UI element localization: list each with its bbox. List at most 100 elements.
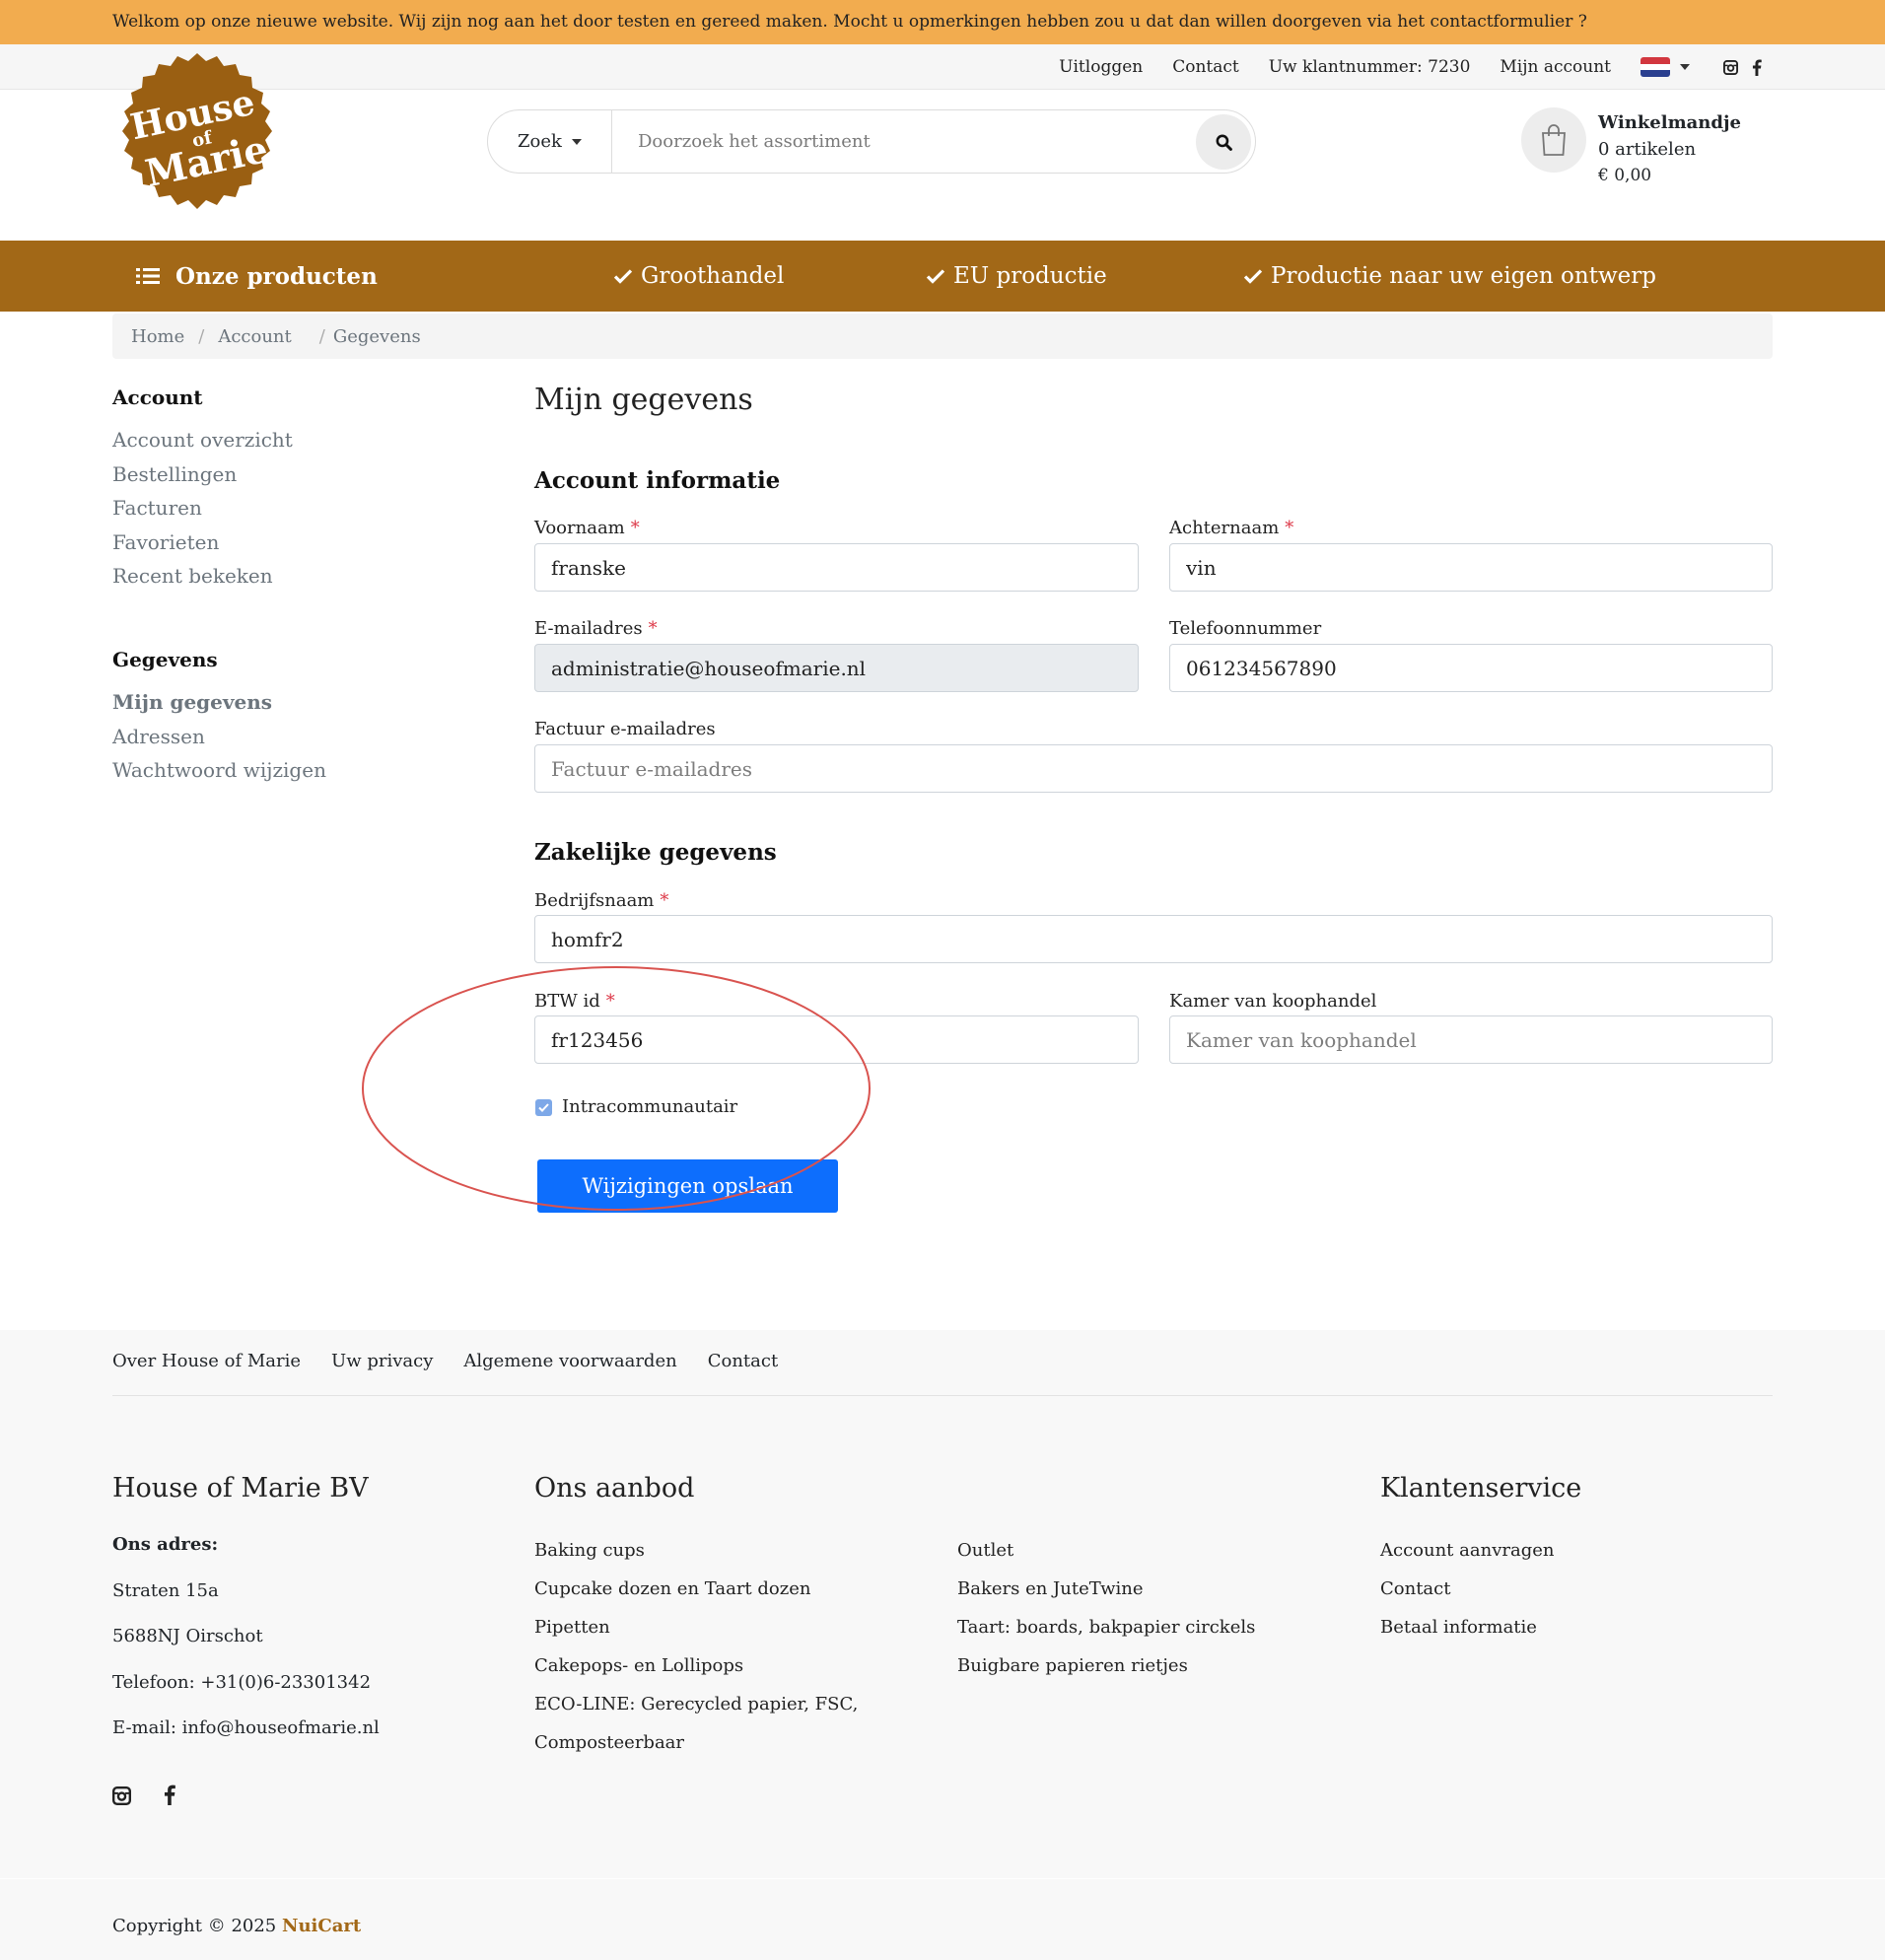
copyright-text: Copyright © 2025	[112, 1916, 277, 1936]
footer-company-title: House of Marie BV	[112, 1473, 369, 1504]
nav-wholesale-label: Groothandel	[641, 263, 785, 289]
address-label: Ons adres:	[112, 1534, 219, 1555]
brand-link[interactable]: NuiCart	[282, 1916, 361, 1936]
company-label: Bedrijfsnaam *	[534, 890, 668, 911]
nav-custom-label: Productie naar uw eigen ontwerp	[1271, 263, 1656, 289]
data-sidebar: Gegevens Mijn gegevens Adressen Wachtwoo…	[112, 648, 428, 788]
save-changes-button[interactable]: Wijzigingen opslaan	[537, 1159, 838, 1213]
footer-service-link[interactable]: Account aanvragen	[1380, 1531, 1755, 1570]
footer-divider	[112, 1395, 1773, 1396]
check-icon	[538, 1103, 549, 1112]
search-bar: Zoek	[487, 109, 1256, 174]
main-nav: Onze producten Groothandel EU productie …	[0, 241, 1885, 312]
vat-label-text: BTW id	[534, 991, 600, 1012]
footer-link-privacy[interactable]: Uw privacy	[331, 1351, 433, 1371]
footer-offer-col1: Baking cups Cupcake dozen en Taart dozen…	[534, 1531, 929, 1762]
footer-offer-link[interactable]: Pipetten	[534, 1608, 929, 1646]
cart-button[interactable]	[1521, 107, 1586, 173]
search-category-dropdown[interactable]: Zoek	[488, 110, 612, 173]
nav-custom-production[interactable]: Productie naar uw eigen ontwerp	[1243, 241, 1656, 312]
my-account-link[interactable]: Mijn account	[1500, 57, 1611, 77]
contact-link[interactable]: Contact	[1172, 57, 1239, 77]
intracommunautair-label[interactable]: Intracommunautair	[562, 1096, 737, 1117]
footer-offer-link[interactable]: Taart: boards, bakpapier circkels	[957, 1608, 1352, 1646]
nav-wholesale[interactable]: Groothandel	[613, 241, 784, 312]
footer-link-contact[interactable]: Contact	[708, 1351, 778, 1371]
address-email: E-mail: info@houseofmarie.nl	[112, 1717, 380, 1738]
sidebar-item-recently-viewed[interactable]: Recent bekeken	[112, 559, 428, 594]
netherlands-flag-icon[interactable]	[1641, 57, 1670, 77]
breadcrumb-separator: /	[198, 325, 205, 347]
sidebar-item-invoices[interactable]: Facturen	[112, 491, 428, 525]
shopping-bag-icon	[1542, 124, 1566, 156]
footer-instagram-icon[interactable]	[112, 1786, 131, 1810]
nav-eu-production[interactable]: EU productie	[926, 241, 1107, 312]
nav-eu-label: EU productie	[953, 263, 1107, 289]
footer-links: Over House of Marie Uw privacy Algemene …	[112, 1351, 808, 1371]
footer-offer-link[interactable]: Cakepops- en Lollipops	[534, 1646, 929, 1685]
sidebar-item-change-password[interactable]: Wachtwoord wijzigen	[112, 753, 428, 788]
announcement-bar: Welkom op onze nieuwe website. Wij zijn …	[0, 0, 1885, 44]
business-info-heading: Zakelijke gegevens	[534, 839, 777, 866]
invoice-email-input[interactable]	[534, 744, 1773, 793]
cart-summary[interactable]: Winkelmandje 0 artikelen € 0,00	[1598, 109, 1741, 189]
logout-link[interactable]: Uitloggen	[1059, 57, 1143, 77]
footer-link-terms[interactable]: Algemene voorwaarden	[463, 1351, 676, 1371]
copyright: Copyright © 2025 NuiCart	[112, 1916, 361, 1936]
breadcrumb-account[interactable]: Account	[218, 326, 291, 347]
nav-products-label: Onze producten	[175, 262, 378, 290]
address-phone: Telefoon: +31(0)6-23301342	[112, 1671, 372, 1693]
coc-input[interactable]	[1169, 1015, 1773, 1064]
chevron-down-icon	[571, 138, 582, 145]
sidebar-item-my-data[interactable]: Mijn gegevens	[112, 685, 428, 720]
footer-offer-link[interactable]: Baking cups	[534, 1531, 929, 1570]
footer-offer-link[interactable]: Composteerbaar	[534, 1723, 929, 1762]
instagram-icon[interactable]	[1723, 59, 1738, 75]
company-input[interactable]	[534, 915, 1773, 963]
footer-offer-link[interactable]: Bakers en JuteTwine	[957, 1570, 1352, 1608]
lastname-label: Achternaam *	[1169, 518, 1293, 538]
footer-service-col: Account aanvragen Contact Betaal informa…	[1380, 1531, 1755, 1646]
check-icon	[1243, 269, 1263, 284]
house-of-marie-logo[interactable]: House of Marie	[110, 49, 284, 219]
chevron-down-icon[interactable]	[1680, 64, 1690, 70]
sidebar-item-favorites[interactable]: Favorieten	[112, 525, 428, 560]
footer-link-about[interactable]: Over House of Marie	[112, 1351, 301, 1371]
sidebar-item-addresses[interactable]: Adressen	[112, 720, 428, 754]
phone-input[interactable]	[1169, 644, 1773, 692]
sidebar-data-title: Gegevens	[112, 648, 218, 671]
firstname-label: Voornaam *	[534, 518, 640, 538]
breadcrumb-separator: /	[318, 325, 325, 347]
required-mark: *	[648, 618, 658, 639]
invoice-email-label: Factuur e-mailadres	[534, 719, 716, 739]
search-button[interactable]	[1196, 114, 1251, 170]
search-input[interactable]	[638, 124, 1170, 158]
lastname-input[interactable]	[1169, 543, 1773, 592]
instagram-icon	[112, 1786, 131, 1805]
nav-products[interactable]: Onze producten	[136, 241, 378, 312]
email-label: E-mailadres *	[534, 618, 658, 639]
facebook-icon	[164, 1785, 175, 1805]
vat-input[interactable]	[534, 1015, 1139, 1064]
footer-offer-link[interactable]: Outlet	[957, 1531, 1352, 1570]
cart-title: Winkelmandje	[1598, 112, 1741, 133]
lastname-label-text: Achternaam	[1169, 518, 1280, 538]
cart-item-count: 0 artikelen	[1598, 139, 1697, 160]
intracommunautair-checkbox[interactable]	[535, 1099, 552, 1116]
vat-label: BTW id *	[534, 991, 615, 1012]
footer-service-link[interactable]: Contact	[1380, 1570, 1755, 1608]
cart-total: € 0,00	[1598, 166, 1652, 185]
footer-offer-link[interactable]: Buigbare papieren rietjes	[957, 1646, 1352, 1685]
required-mark: *	[1285, 518, 1294, 538]
sidebar-item-orders[interactable]: Bestellingen	[112, 457, 428, 492]
sidebar-item-account-overview[interactable]: Account overzicht	[112, 423, 428, 457]
coc-label: Kamer van koophandel	[1169, 991, 1377, 1012]
breadcrumb-home[interactable]: Home	[131, 326, 184, 347]
footer-service-link[interactable]: Betaal informatie	[1380, 1608, 1755, 1646]
footer-facebook-icon[interactable]	[164, 1785, 175, 1810]
footer-offer-link[interactable]: ECO-LINE: Gerecycled papier, FSC,	[534, 1685, 929, 1723]
facebook-icon[interactable]	[1752, 58, 1762, 76]
firstname-input[interactable]	[534, 543, 1139, 592]
footer-service-title: Klantenservice	[1380, 1473, 1582, 1504]
footer-offer-link[interactable]: Cupcake dozen en Taart dozen	[534, 1570, 929, 1608]
